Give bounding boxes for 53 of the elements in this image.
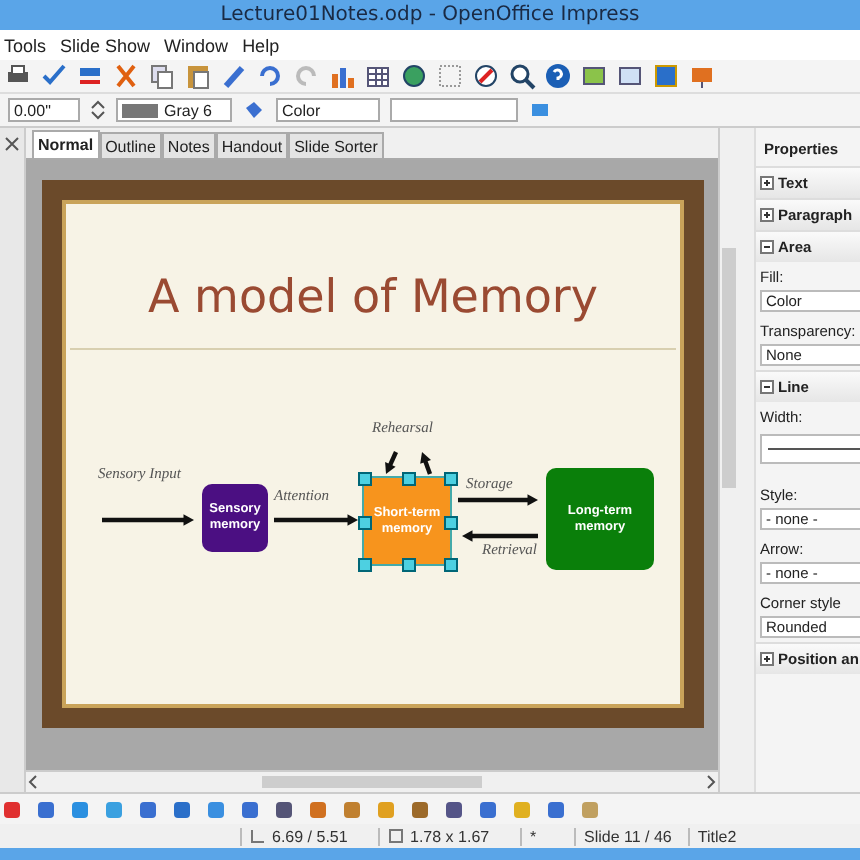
area-style-dropdown[interactable]: Color bbox=[276, 98, 380, 122]
arrow bbox=[102, 514, 194, 526]
size-text: 1.78 x 1.67 bbox=[410, 827, 490, 845]
arrow bbox=[458, 494, 538, 506]
arrow bbox=[462, 530, 538, 542]
view-tab[interactable]: Handout bbox=[215, 132, 289, 158]
view-tab[interactable]: Outline bbox=[99, 132, 162, 158]
vertical-scrollbar[interactable] bbox=[718, 128, 738, 792]
selection-handle[interactable] bbox=[444, 472, 458, 486]
menu-item[interactable]: Slide Show bbox=[60, 35, 151, 55]
copy-icon[interactable] bbox=[148, 62, 176, 90]
selection-handle[interactable] bbox=[358, 558, 372, 572]
menu-item[interactable]: Help bbox=[242, 35, 280, 55]
clipboard-icon[interactable] bbox=[184, 62, 212, 90]
view-tab[interactable]: Normal bbox=[32, 130, 100, 158]
plus-icon[interactable] bbox=[760, 176, 774, 190]
plus-icon[interactable] bbox=[760, 208, 774, 222]
zoom-icon[interactable] bbox=[508, 62, 536, 90]
arrow bbox=[385, 451, 398, 474]
slide-counter: Slide 11 / 46 bbox=[584, 827, 672, 845]
arrow bbox=[420, 452, 433, 475]
layout-name: Title2 bbox=[697, 827, 737, 845]
window-title: Lecture01Notes.odp - OpenOffice Impress bbox=[220, 4, 640, 26]
selection-handle[interactable] bbox=[401, 472, 415, 486]
plus-icon[interactable] bbox=[760, 652, 774, 666]
selection-handle[interactable] bbox=[358, 472, 372, 486]
view-tab[interactable]: Notes bbox=[161, 132, 216, 158]
undo-icon[interactable] bbox=[256, 62, 284, 90]
position-icon bbox=[250, 828, 266, 844]
table-icon[interactable] bbox=[364, 62, 392, 90]
help-icon[interactable] bbox=[544, 62, 572, 90]
selection-handle[interactable] bbox=[401, 558, 415, 572]
selection-handle[interactable] bbox=[358, 515, 372, 529]
arrow bbox=[274, 514, 358, 526]
modified-indicator: * bbox=[530, 827, 537, 845]
spin-icon[interactable] bbox=[90, 98, 106, 122]
menu-item[interactable]: Tools bbox=[4, 35, 47, 55]
minus-icon[interactable] bbox=[760, 380, 774, 394]
selection-handle[interactable] bbox=[444, 515, 458, 529]
menu-item[interactable]: Window bbox=[164, 35, 229, 55]
selection-handle[interactable] bbox=[444, 558, 458, 572]
angle-field[interactable]: 0.00" bbox=[8, 98, 80, 122]
shadow-icon[interactable] bbox=[528, 98, 552, 122]
slide-title: A model of Memory bbox=[146, 272, 600, 324]
minus-icon[interactable] bbox=[760, 240, 774, 254]
line-color-dropdown[interactable]: Gray 6 bbox=[116, 98, 232, 122]
chart-icon[interactable] bbox=[328, 62, 356, 90]
close-icon[interactable] bbox=[4, 136, 20, 152]
size-icon bbox=[388, 828, 404, 844]
scissors-icon[interactable] bbox=[112, 62, 140, 90]
view-tab[interactable]: Slide Sorter bbox=[288, 132, 384, 158]
line-width-selector[interactable] bbox=[760, 434, 860, 464]
position-text: 6.69 / 5.51 bbox=[272, 827, 348, 845]
